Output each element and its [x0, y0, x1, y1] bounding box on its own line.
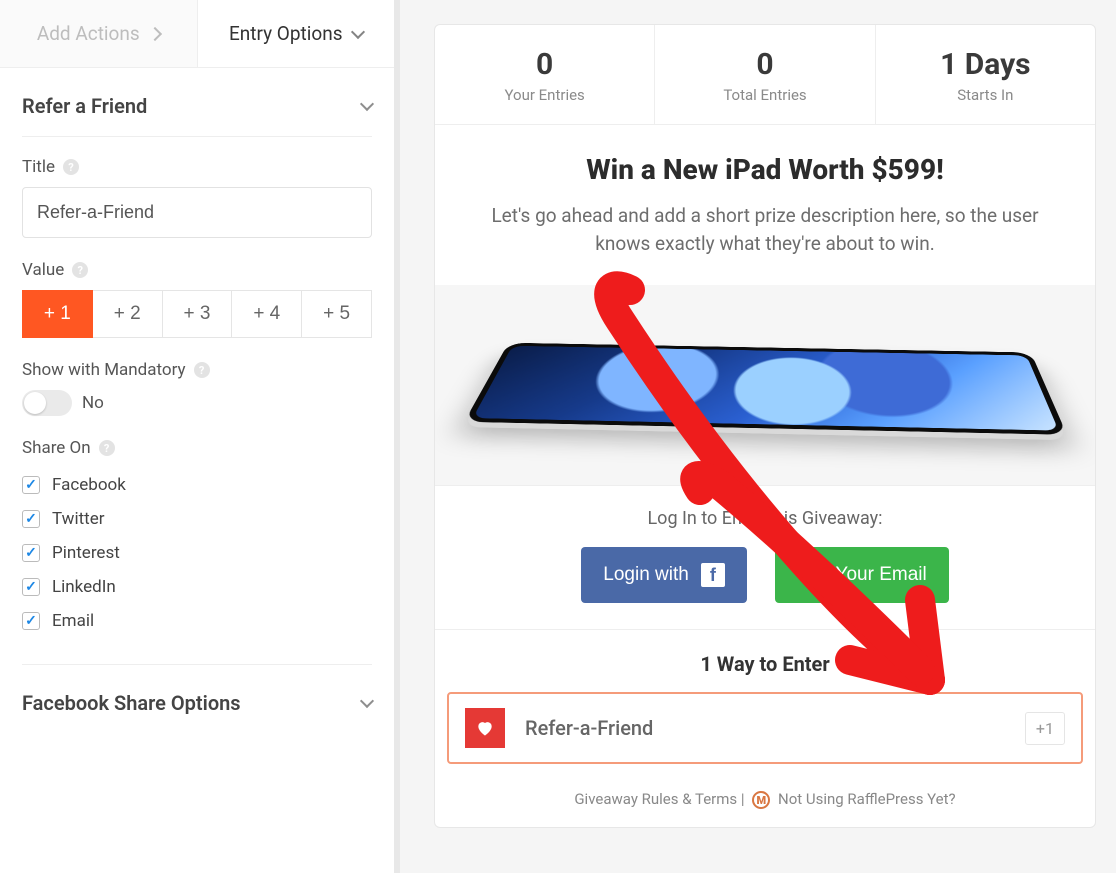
heart-icon — [465, 708, 505, 748]
section-title: Facebook Share Options — [22, 691, 241, 715]
stat-value: 1 Days — [880, 47, 1091, 82]
rafflepress-icon: M — [752, 791, 770, 809]
help-icon[interactable]: ? — [194, 362, 210, 378]
help-icon[interactable]: ? — [63, 159, 79, 175]
chevron-down-icon — [360, 97, 374, 111]
stat-cell: 1 Days Starts In — [875, 25, 1095, 124]
label-mandatory: Show with Mandatory — [22, 360, 186, 380]
preview-area: 0 Your Entries 0 Total Entries 1 Days Starts … — [400, 0, 1116, 873]
promo-link[interactable]: Not Using RafflePress Yet? — [778, 790, 956, 808]
field-share-on: Share On ? Facebook Twitter Pinterest Linke… — [22, 438, 372, 638]
chevron-down-icon — [360, 694, 374, 708]
entry-method-label: Refer-a-Friend — [525, 716, 1005, 740]
help-icon[interactable]: ? — [72, 262, 88, 278]
button-label: Login with — [603, 564, 689, 586]
button-label: Use Your Email — [797, 564, 927, 586]
field-mandatory: Show with Mandatory ? No — [22, 360, 372, 416]
toggle-state-label: No — [82, 393, 104, 413]
section-refer-a-friend[interactable]: Refer a Friend — [22, 68, 372, 137]
share-on-label: Email — [52, 611, 94, 631]
help-icon[interactable]: ? — [99, 440, 115, 456]
share-on-label: LinkedIn — [52, 577, 116, 597]
chevron-down-icon — [350, 24, 364, 38]
separator: | — [741, 790, 745, 808]
section-title: Refer a Friend — [22, 94, 147, 118]
value-option-button[interactable]: + 3 — [163, 290, 233, 338]
field-title: Title ? — [22, 157, 372, 238]
share-on-item[interactable]: Pinterest — [22, 536, 372, 570]
checkbox-icon[interactable] — [22, 544, 40, 562]
share-on-label: Twitter — [52, 509, 104, 529]
value-option-button[interactable]: + 2 — [93, 290, 163, 338]
ways-to-enter-heading: 1 Way to Enter — [435, 629, 1095, 692]
share-on-label: Facebook — [52, 475, 126, 495]
value-option-button[interactable]: + 4 — [232, 290, 302, 338]
login-email-button[interactable]: Use Your Email — [775, 547, 949, 603]
prize-image — [435, 285, 1095, 485]
value-option-button[interactable]: + 5 — [302, 290, 372, 338]
label-share-on: Share On — [22, 438, 91, 458]
stat-label: Your Entries — [439, 86, 650, 104]
mandatory-toggle[interactable] — [22, 390, 72, 416]
value-button-group: + 1+ 2+ 3+ 4+ 5 — [22, 290, 372, 338]
rules-link[interactable]: Giveaway Rules & Terms — [574, 790, 737, 808]
giveaway-card: 0 Your Entries 0 Total Entries 1 Days Starts … — [434, 24, 1096, 828]
share-on-item[interactable]: LinkedIn — [22, 570, 372, 604]
checkbox-icon[interactable] — [22, 612, 40, 630]
label-value: Value — [22, 260, 64, 280]
share-on-item[interactable]: Facebook — [22, 468, 372, 502]
tab-entry-options[interactable]: Entry Options — [198, 0, 395, 67]
card-footer: Giveaway Rules & Terms | M Not Using Raf… — [435, 780, 1095, 827]
label-title: Title — [22, 157, 55, 177]
login-block: Log In to Enter this Giveaway: Login wit… — [435, 485, 1095, 629]
tab-label: Entry Options — [229, 22, 343, 45]
title-input[interactable] — [22, 187, 372, 238]
section-fb-share-options[interactable]: Facebook Share Options — [22, 665, 372, 733]
login-facebook-button[interactable]: Login with f — [581, 547, 747, 603]
share-on-label: Pinterest — [52, 543, 120, 563]
field-value: Value ? + 1+ 2+ 3+ 4+ 5 — [22, 260, 372, 338]
tab-label: Add Actions — [37, 22, 140, 45]
stat-cell: 0 Your Entries — [435, 25, 654, 124]
stat-cell: 0 Total Entries — [654, 25, 874, 124]
facebook-icon: f — [701, 563, 725, 587]
checkbox-icon[interactable] — [22, 476, 40, 494]
settings-sidebar: Add Actions Entry Options Refer a Friend… — [0, 0, 400, 873]
share-on-item[interactable]: Email — [22, 604, 372, 638]
stats-row: 0 Your Entries 0 Total Entries 1 Days Starts … — [435, 25, 1095, 125]
entry-value-badge: +1 — [1025, 712, 1065, 745]
stat-value: 0 — [659, 47, 870, 82]
stat-label: Total Entries — [659, 86, 870, 104]
sidebar-tabs: Add Actions Entry Options — [0, 0, 394, 68]
giveaway-headline: Win a New iPad Worth $599! — [463, 153, 1067, 186]
chevron-right-icon — [148, 26, 162, 40]
value-option-button[interactable]: + 1 — [22, 290, 93, 338]
checkbox-icon[interactable] — [22, 510, 40, 528]
login-message: Log In to Enter this Giveaway: — [445, 508, 1085, 529]
tab-add-actions[interactable]: Add Actions — [0, 0, 198, 67]
giveaway-description: Let's go ahead and add a short prize des… — [463, 202, 1067, 257]
entry-method-row[interactable]: Refer-a-Friend +1 — [447, 692, 1083, 764]
checkbox-icon[interactable] — [22, 578, 40, 596]
stat-value: 0 — [439, 47, 650, 82]
share-on-item[interactable]: Twitter — [22, 502, 372, 536]
stat-label: Starts In — [880, 86, 1091, 104]
